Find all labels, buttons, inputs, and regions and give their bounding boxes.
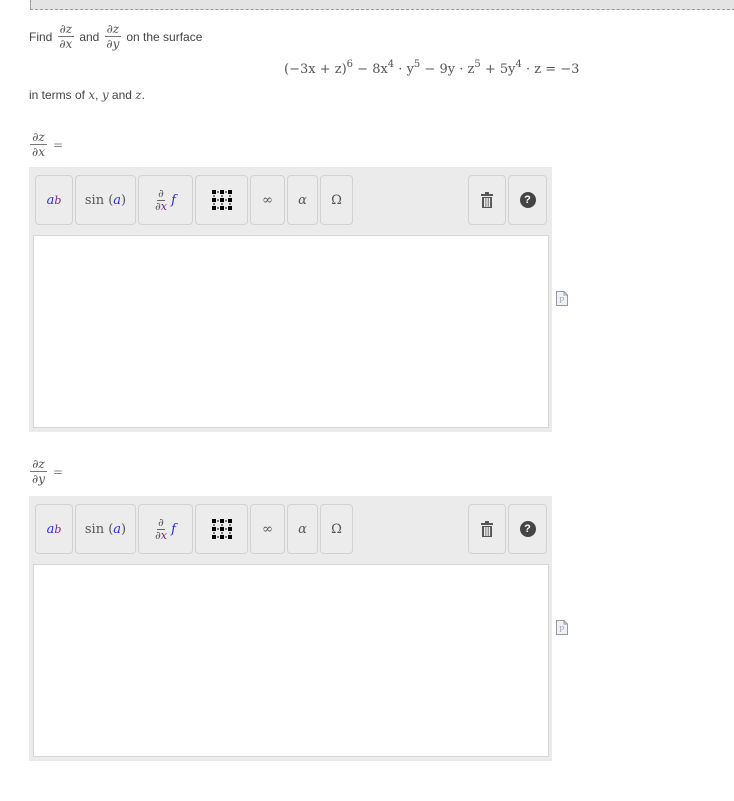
math-editor-dz-dx: ab sin (a) ∂ ∂x f ∞ α Ω ? (29, 167, 552, 432)
partial-derivative-icon: ∂ ∂x (155, 515, 167, 542)
partial-derivative-icon: ∂ ∂x (155, 186, 167, 213)
math-editor-dz-dy: ab sin (a) ∂ ∂x f ∞ α Ω ? (29, 496, 552, 761)
document-icon[interactable]: P (556, 620, 568, 635)
trash-icon (481, 192, 493, 208)
infinity-icon: ∞ (262, 521, 273, 537)
help-button[interactable]: ? (508, 175, 547, 225)
greek-uppercase-button[interactable]: Ω (320, 504, 353, 554)
clear-button[interactable] (468, 175, 506, 225)
previous-section-band (30, 0, 734, 10)
infinity-button[interactable]: ∞ (250, 504, 285, 554)
alpha-icon: α (298, 192, 307, 208)
help-icon: ? (519, 521, 536, 537)
and-text: and (79, 29, 100, 44)
math-toolbar: ab sin (a) ∂ ∂x f ∞ α Ω ? (35, 175, 552, 227)
infinity-button[interactable]: ∞ (250, 175, 285, 225)
svg-text:P: P (559, 296, 565, 305)
greek-uppercase-button[interactable]: Ω (320, 175, 353, 225)
alpha-icon: α (298, 521, 307, 537)
answer-input-dz-dy[interactable] (33, 564, 549, 757)
partial-derivative-button[interactable]: ∂ ∂x f (138, 504, 193, 554)
greek-lowercase-button[interactable]: α (287, 175, 318, 225)
answer-label-dz-dx: ∂z ∂x = (30, 130, 64, 159)
matrix-icon (211, 519, 232, 539)
dz-dx-fraction: ∂z ∂x (57, 22, 75, 51)
math-toolbar: ab sin (a) ∂ ∂x f ∞ α Ω ? (35, 504, 552, 556)
clear-button[interactable] (468, 504, 506, 554)
help-button[interactable]: ? (508, 504, 547, 554)
on-surface-text: on the surface (126, 29, 203, 44)
document-icon[interactable]: P (556, 291, 568, 306)
superscript-button[interactable]: ab (35, 504, 73, 554)
partial-derivative-button[interactable]: ∂ ∂x f (138, 175, 193, 225)
dz-dy-fraction: ∂z ∂y (104, 22, 122, 51)
omega-icon: Ω (331, 192, 342, 208)
terms-instruction: in terms of x, y and z. (29, 88, 145, 102)
find-text: Find (29, 29, 53, 44)
infinity-icon: ∞ (262, 192, 273, 208)
function-button[interactable]: sin (a) (75, 175, 136, 225)
question-prompt: Find ∂z ∂x and ∂z ∂y on the surface (29, 22, 202, 51)
answer-input-dz-dx[interactable] (33, 235, 549, 428)
superscript-button[interactable]: ab (35, 175, 73, 225)
matrix-icon (211, 190, 232, 210)
omega-icon: Ω (331, 521, 342, 537)
svg-text:P: P (559, 625, 565, 634)
trash-icon (481, 521, 493, 537)
help-icon: ? (519, 192, 536, 208)
surface-equation: (−3x + z)6 − 8x4 · y5 − 9y · z5 + 5y4 · … (284, 59, 580, 78)
matrix-button[interactable] (195, 175, 248, 225)
matrix-button[interactable] (195, 504, 248, 554)
function-button[interactable]: sin (a) (75, 504, 136, 554)
greek-lowercase-button[interactable]: α (287, 504, 318, 554)
answer-label-dz-dy: ∂z ∂y = (30, 457, 64, 486)
